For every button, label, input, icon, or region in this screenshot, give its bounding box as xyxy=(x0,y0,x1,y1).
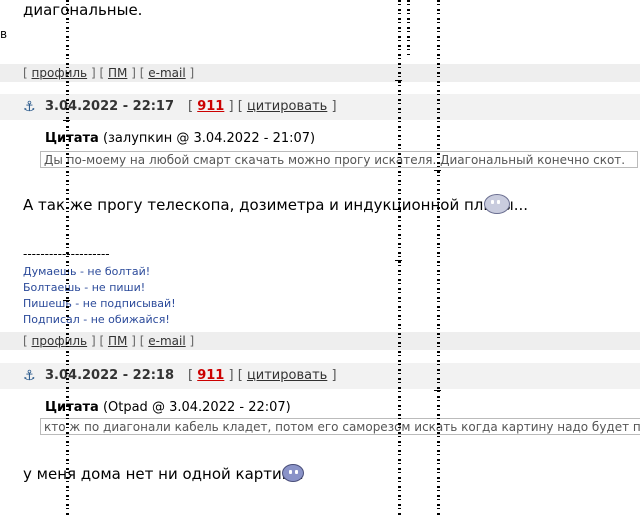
user-links-bar: [ профиль ] [ ПМ ] [ e-mail ] xyxy=(0,64,640,82)
profile-link[interactable]: профиль xyxy=(32,66,88,80)
signature-line: Пишешь - не подписывай! xyxy=(23,297,176,310)
quote-header: Цитата (Otpad @ 3.04.2022 - 22:07) xyxy=(45,400,291,416)
quote-meta: (залупкин @ 3.04.2022 - 21:07) xyxy=(102,131,316,146)
post-number-link[interactable]: 911 xyxy=(197,368,224,383)
post-date: 3.04.2022 - 22:18 xyxy=(45,368,175,383)
edge-fragment: в xyxy=(0,27,8,41)
quote-meta: (Otpad @ 3.04.2022 - 22:07) xyxy=(102,400,291,415)
chain-overlay xyxy=(398,0,401,515)
anchor-icon[interactable]: ⚓ xyxy=(23,363,36,389)
signature-line: Подписал - не обижайся! xyxy=(23,313,170,326)
quote-label: Цитата xyxy=(45,400,99,415)
email-link[interactable]: e-mail xyxy=(148,66,185,80)
post-number-link[interactable]: 911 xyxy=(197,99,224,114)
quote-label: Цитата xyxy=(45,131,99,146)
chain-tick xyxy=(395,80,402,81)
anchor-icon[interactable]: ⚓ xyxy=(23,94,36,120)
profile-link[interactable]: профиль xyxy=(32,334,88,348)
chain-overlay xyxy=(66,0,69,515)
post-actions: [ 911 ] [ цитировать ] xyxy=(188,368,337,383)
pm-link[interactable]: ПМ xyxy=(108,334,127,348)
chain-overlay xyxy=(407,0,410,55)
post-actions: [ 911 ] [ цитировать ] xyxy=(188,99,337,114)
grin-smiley-icon xyxy=(484,194,510,214)
chain-tick xyxy=(395,260,402,261)
post-body: А так же прогу телескопа, дозиметра и ин… xyxy=(23,196,529,214)
previous-post-text: диагональные. xyxy=(23,1,143,19)
chain-tick xyxy=(63,300,70,301)
chain-tick xyxy=(63,120,70,121)
user-links-bar: [ профиль ] [ ПМ ] [ e-mail ] xyxy=(0,332,640,350)
quote-text: кто ж по диагонали кабель кладет, потом … xyxy=(40,418,640,435)
pm-link[interactable]: ПМ xyxy=(108,66,127,80)
post-date: 3.04.2022 - 22:17 xyxy=(45,99,175,114)
chain-overlay xyxy=(437,0,440,515)
signature-line: Думаешь - не болтай! xyxy=(23,265,151,278)
quote-text: Ды по-моему на любой смарт скачать можно… xyxy=(40,151,638,168)
quote-button[interactable]: цитировать xyxy=(247,99,327,114)
chain-tick xyxy=(434,170,441,171)
post-header: ⚓ 3.04.2022 - 22:18 [ 911 ] [ цитировать… xyxy=(0,363,640,389)
sad-smiley-icon xyxy=(282,464,304,482)
quote-header: Цитата (залупкин @ 3.04.2022 - 21:07) xyxy=(45,131,315,147)
chain-tick xyxy=(434,390,441,391)
quote-button[interactable]: цитировать xyxy=(247,368,327,383)
post-header: ⚓ 3.04.2022 - 22:17 [ 911 ] [ цитировать… xyxy=(0,94,640,120)
signature-line: Болтаешь - не пиши! xyxy=(23,281,146,294)
email-link[interactable]: e-mail xyxy=(148,334,185,348)
